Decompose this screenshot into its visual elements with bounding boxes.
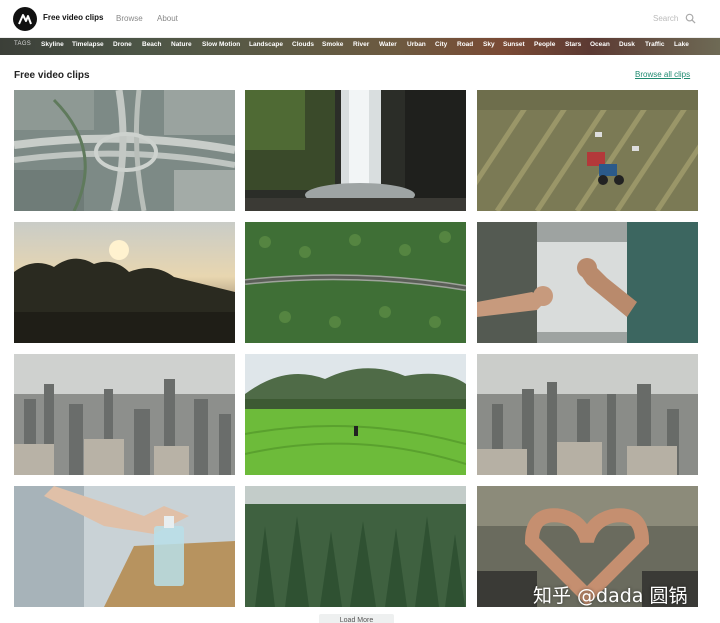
clip-thumbnail-sunset-forest[interactable] bbox=[14, 222, 235, 343]
brand-name[interactable]: Free video clips bbox=[43, 13, 103, 22]
tag-dusk[interactable]: Dusk bbox=[619, 41, 635, 48]
tags-label: TAGS bbox=[14, 41, 32, 47]
tag-timelapse[interactable]: Timelapse bbox=[72, 41, 104, 48]
tag-beach[interactable]: Beach bbox=[142, 41, 162, 48]
clip-thumbnail-city-haze[interactable] bbox=[14, 354, 235, 475]
nav-about-link[interactable]: About bbox=[157, 14, 178, 23]
clip-thumbnail-rice-field[interactable] bbox=[245, 354, 466, 475]
tag-road[interactable]: Road bbox=[457, 41, 473, 48]
clip-thumbnail-pine-forest[interactable] bbox=[245, 486, 466, 607]
tag-nature[interactable]: Nature bbox=[171, 41, 192, 48]
tags-bar: TAGS Skyline Timelapse Drone Beach Natur… bbox=[0, 38, 720, 55]
clip-thumbnail-city-skyline[interactable] bbox=[477, 354, 698, 475]
watermark-text: 知乎 @dada 圆锅 bbox=[533, 585, 688, 607]
browse-all-link[interactable]: Browse all clips bbox=[635, 70, 690, 79]
clip-thumbnail-hand-sanitizer[interactable] bbox=[14, 486, 235, 607]
search-input[interactable]: Search bbox=[653, 14, 678, 23]
clip-thumbnail-tractor[interactable] bbox=[477, 90, 698, 211]
section-title: Free video clips bbox=[14, 70, 90, 81]
tag-clouds[interactable]: Clouds bbox=[292, 41, 314, 48]
tag-sunset[interactable]: Sunset bbox=[503, 41, 525, 48]
load-more-button[interactable]: Load More bbox=[319, 614, 394, 623]
clip-thumbnail-waterfall[interactable] bbox=[245, 90, 466, 211]
tag-urban[interactable]: Urban bbox=[407, 41, 426, 48]
tag-city[interactable]: City bbox=[435, 41, 447, 48]
tag-landscape[interactable]: Landscape bbox=[249, 41, 283, 48]
tag-river[interactable]: River bbox=[353, 41, 369, 48]
nav-browse-link[interactable]: Browse bbox=[116, 14, 143, 23]
tag-sky[interactable]: Sky bbox=[483, 41, 495, 48]
tag-traffic[interactable]: Traffic bbox=[645, 41, 665, 48]
search-icon[interactable] bbox=[685, 13, 696, 24]
clip-thumbnail-fist-bump[interactable] bbox=[477, 222, 698, 343]
clip-thumbnail-highway[interactable] bbox=[14, 90, 235, 211]
tag-stars[interactable]: Stars bbox=[565, 41, 581, 48]
tag-smoke[interactable]: Smoke bbox=[322, 41, 343, 48]
tag-lake[interactable]: Lake bbox=[674, 41, 689, 48]
tag-skyline[interactable]: Skyline bbox=[41, 41, 64, 48]
tag-drone[interactable]: Drone bbox=[113, 41, 132, 48]
logo-icon[interactable] bbox=[13, 7, 37, 31]
tag-ocean[interactable]: Ocean bbox=[590, 41, 610, 48]
clip-thumbnail-forest-road[interactable] bbox=[245, 222, 466, 343]
tag-slow-motion[interactable]: Slow Motion bbox=[202, 41, 240, 48]
site-header: Free video clips Browse About Search bbox=[0, 0, 720, 38]
tag-people[interactable]: People bbox=[534, 41, 555, 48]
tag-water[interactable]: Water bbox=[379, 41, 397, 48]
